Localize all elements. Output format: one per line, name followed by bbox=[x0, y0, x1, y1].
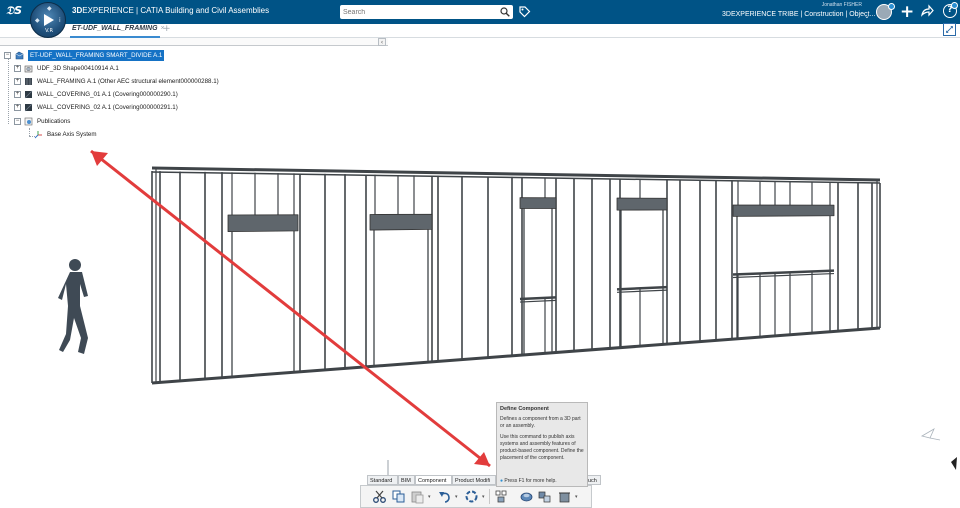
tooltip-description: Defines a component from a 3D part or an… bbox=[500, 416, 581, 429]
copy-icon[interactable] bbox=[391, 489, 406, 504]
compass-north-quadrant[interactable]: ◆ bbox=[47, 5, 52, 12]
tooltip-title: Define Component bbox=[500, 406, 549, 412]
chevron-down-icon[interactable]: ▾ bbox=[575, 494, 578, 500]
delete-component-icon[interactable] bbox=[557, 489, 572, 504]
paste-icon[interactable] bbox=[410, 489, 425, 504]
wall-framing-model[interactable] bbox=[151, 166, 881, 385]
header bbox=[369, 213, 433, 231]
header bbox=[519, 197, 557, 209]
chevron-down-icon[interactable]: ▾ bbox=[482, 494, 485, 500]
app-window: 𝔇S ◆ ◆ i V.R 3DEXPERIENCE | CATIA Buildi… bbox=[0, 0, 960, 508]
define-component-icon[interactable] bbox=[494, 489, 509, 504]
toolbar-separator bbox=[489, 489, 490, 504]
annotation-arrow bbox=[90, 149, 491, 468]
compass-east-quadrant[interactable]: i bbox=[59, 17, 61, 24]
undo-icon[interactable] bbox=[437, 489, 452, 504]
tab-product-modification[interactable]: Product Modifi bbox=[452, 475, 496, 485]
bottom-plate bbox=[151, 326, 881, 385]
human-scale-figure bbox=[58, 259, 88, 354]
chevron-down-icon[interactable]: ▾ bbox=[455, 494, 458, 500]
tooltip-body: Defines a component from a 3D part or an… bbox=[500, 416, 586, 466]
component-instance-icon[interactable] bbox=[519, 489, 534, 504]
orientation-triad-icon[interactable] bbox=[920, 428, 941, 441]
compass-west-quadrant[interactable]: ◆ bbox=[35, 17, 40, 24]
tab-component[interactable]: Component bbox=[415, 475, 452, 485]
header bbox=[227, 214, 299, 233]
replace-component-icon[interactable] bbox=[537, 489, 552, 504]
cut-icon[interactable] bbox=[372, 489, 387, 504]
action-bar: ▾ ▾ ▾ ▾ bbox=[360, 485, 592, 508]
header bbox=[732, 204, 835, 217]
play-icon[interactable] bbox=[44, 14, 54, 26]
sill bbox=[616, 285, 668, 291]
viewport-3d[interactable] bbox=[0, 0, 960, 508]
sill-inner bbox=[519, 299, 557, 303]
sill bbox=[519, 296, 557, 301]
update-icon[interactable] bbox=[464, 489, 479, 504]
info-icon: ● bbox=[500, 478, 504, 484]
tooltip-detail: Use this command to publish axis systems… bbox=[500, 434, 584, 461]
sill-inner bbox=[616, 289, 668, 293]
chevron-down-icon[interactable]: ▾ bbox=[428, 494, 431, 500]
tab-standard[interactable]: Standard bbox=[367, 475, 398, 485]
tab-bim[interactable]: BIM bbox=[398, 475, 415, 485]
resize-handle-icon[interactable] bbox=[951, 457, 957, 470]
tooltip-help: ● Press F1 for more help. bbox=[500, 478, 557, 484]
tooltip-help-text: Press F1 for more help. bbox=[504, 478, 557, 484]
compass-icon[interactable]: ◆ ◆ i V.R bbox=[30, 2, 66, 38]
compass-version: V.R bbox=[45, 28, 53, 34]
header bbox=[616, 197, 668, 211]
tooltip-define-component: Define Component Defines a component fro… bbox=[496, 402, 588, 487]
